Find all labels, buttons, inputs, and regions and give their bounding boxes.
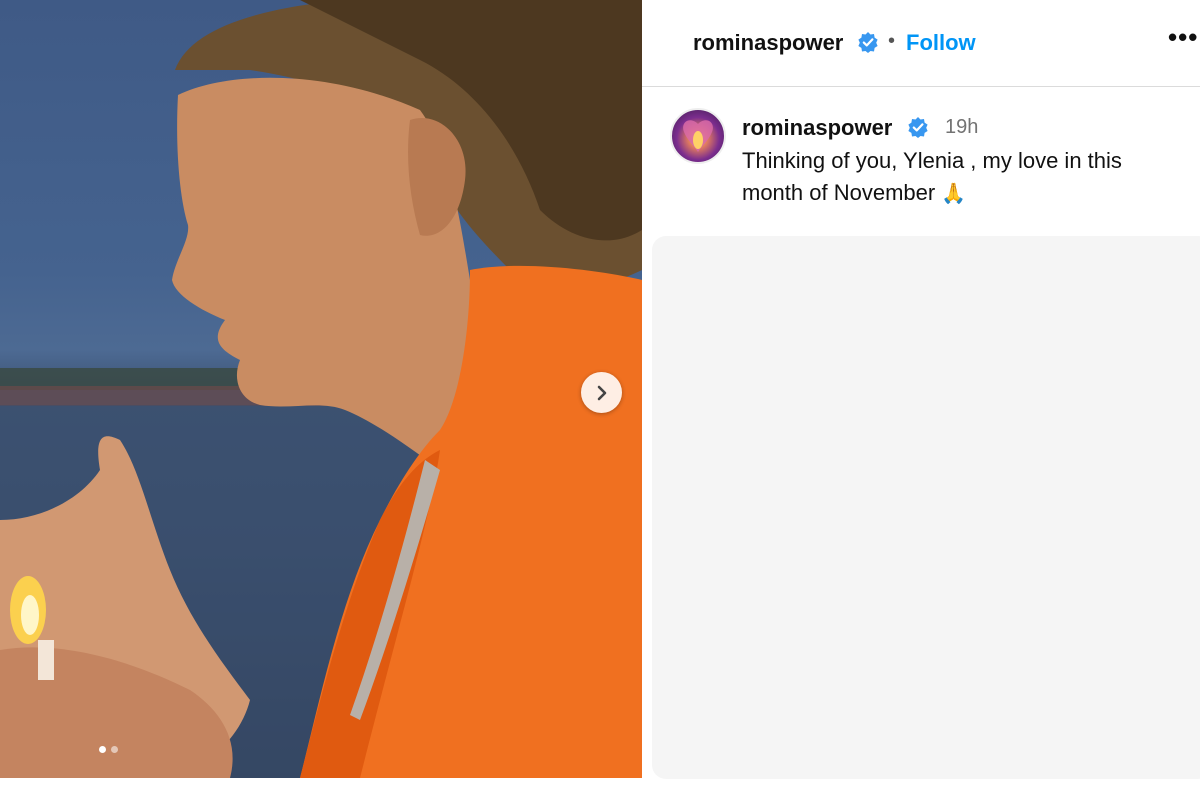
verified-badge-icon [907,116,929,143]
follow-button[interactable]: Follow [906,30,976,56]
carousel-dot-active [99,746,106,753]
header-username[interactable]: rominaspower [693,30,843,56]
next-image-button[interactable] [581,372,622,413]
post-timestamp[interactable]: 19h [945,116,978,139]
caption-username[interactable]: rominaspower [742,115,892,141]
post-header: rominaspower • Follow ••• [642,0,1200,87]
comments-area [652,236,1200,779]
caption-text: Thinking of you, Ylenia , my love in thi… [742,148,1122,205]
verified-badge-icon [857,31,879,58]
carousel-dot [111,746,118,753]
more-options-icon[interactable]: ••• [1168,22,1198,53]
carousel-indicator [99,746,118,753]
post-sidebar: rominaspower • Follow ••• rominaspower 1… [642,0,1200,800]
chevron-right-icon [597,385,606,400]
post-image[interactable] [0,0,642,778]
photo-scene [0,0,642,778]
avatar[interactable] [670,108,726,164]
post-caption: Thinking of you, Ylenia , my love in thi… [742,145,1182,210]
header-separator: • [888,30,896,52]
praying-hands-emoji: 🙏 [941,183,967,205]
